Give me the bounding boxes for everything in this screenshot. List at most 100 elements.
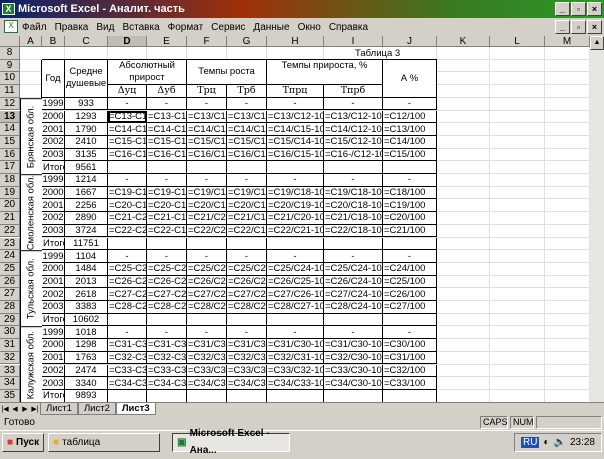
cell-D35[interactable] <box>108 390 147 402</box>
cell-J32[interactable]: =C31/100 <box>383 352 437 365</box>
row-header-20[interactable]: 20 <box>0 199 20 212</box>
cell-C12[interactable]: 933 <box>65 98 108 111</box>
cell-J17[interactable] <box>383 161 437 174</box>
cell-I23[interactable] <box>324 238 383 251</box>
menu-item-6[interactable]: Данные <box>253 22 289 33</box>
cell-E16[interactable]: =C16-C12 <box>147 149 187 162</box>
row-header-33[interactable]: 33 <box>0 365 20 378</box>
cell-G17[interactable] <box>227 161 267 174</box>
cell-C23[interactable]: 11751 <box>65 238 108 251</box>
header-year[interactable]: Год <box>42 60 65 98</box>
maximize-button[interactable]: ▫ <box>571 2 586 16</box>
cell-F17[interactable] <box>187 161 227 174</box>
cell-D20[interactable]: =C20-C19 <box>108 199 147 212</box>
cell-G33[interactable]: =C33/C30 <box>227 365 267 378</box>
prev-sheet-button[interactable]: ◀ <box>10 405 20 413</box>
menu-item-8[interactable]: Справка <box>329 22 368 33</box>
cell-J16[interactable]: =C15/100 <box>383 149 437 162</box>
column-header-E[interactable]: E <box>147 36 187 47</box>
cell-G20[interactable]: =C20/C18 <box>227 199 267 212</box>
row-header-24[interactable]: 24 <box>0 250 20 263</box>
row-header-35[interactable]: 35 <box>0 390 20 402</box>
row-header-21[interactable]: 21 <box>0 212 20 225</box>
column-header-F[interactable]: F <box>187 36 227 47</box>
row-header-17[interactable]: 17 <box>0 161 20 174</box>
close-button[interactable]: × <box>587 2 602 16</box>
cell-E13[interactable]: =C13-C12 <box>147 111 187 124</box>
row-header-34[interactable]: 34 <box>0 377 20 390</box>
row-header-23[interactable]: 23 <box>0 238 20 251</box>
cell-E17[interactable] <box>147 161 187 174</box>
doc-close-button[interactable]: × <box>587 20 602 34</box>
cell-G34[interactable]: =C34/C30 <box>227 377 267 390</box>
cell-J35[interactable] <box>383 390 437 402</box>
cell-H15[interactable]: =C15/C14-10 <box>267 136 324 149</box>
column-header-I[interactable]: I <box>324 36 383 47</box>
column-header-J[interactable]: J <box>383 36 437 47</box>
cell-G24[interactable]: - <box>227 250 267 263</box>
cell-D31[interactable]: =C31-C30 <box>108 339 147 352</box>
cell-G29[interactable] <box>227 314 267 327</box>
taskbar-item-folder[interactable]: ■таблица <box>48 433 160 452</box>
subheader-1[interactable]: Δуб <box>147 85 187 98</box>
cell-I14[interactable]: =C14/C12-100 <box>324 123 383 136</box>
cell-J21[interactable]: =C20/100 <box>383 212 437 225</box>
cell-C15[interactable]: 2410 <box>65 136 108 149</box>
cell-J27[interactable]: =C26/100 <box>383 288 437 301</box>
cell-G16[interactable]: =C16/C12 <box>227 149 267 162</box>
cell-I20[interactable]: =C20/C18-100 <box>324 199 383 212</box>
cell-D33[interactable]: =C33-C32 <box>108 365 147 378</box>
cell-B30[interactable]: 1999 <box>42 326 65 339</box>
cell-C22[interactable]: 3724 <box>65 225 108 238</box>
minimize-button[interactable]: _ <box>555 2 570 16</box>
region-label[interactable]: Тульская обл. <box>20 250 42 326</box>
language-indicator[interactable]: RU <box>521 437 539 448</box>
region-label[interactable]: Брянская обл. <box>20 98 42 174</box>
subheader-4[interactable]: Тпрц <box>267 85 324 98</box>
tray-icon[interactable]: ◐ <box>543 437 549 448</box>
row-header-13[interactable]: 13 <box>0 111 20 124</box>
cell-B31[interactable]: 2000 <box>42 339 65 352</box>
cell-B19[interactable]: 2000 <box>42 187 65 200</box>
cell-E28[interactable]: =C28-C24 <box>147 301 187 314</box>
cell-C28[interactable]: 3383 <box>65 301 108 314</box>
cell-J14[interactable]: =C13/100 <box>383 123 437 136</box>
cell-J28[interactable]: =C27/100 <box>383 301 437 314</box>
cell-B20[interactable]: 2001 <box>42 199 65 212</box>
cell-C32[interactable]: 1763 <box>65 352 108 365</box>
cell-J33[interactable]: =C32/100 <box>383 365 437 378</box>
cell-F14[interactable]: =C14/C13 <box>187 123 227 136</box>
row-header-16[interactable]: 16 <box>0 149 20 162</box>
cell-H32[interactable]: =C32/C31-100 <box>267 352 324 365</box>
cell-B35[interactable]: Итого <box>42 390 65 402</box>
column-header-D[interactable]: D <box>108 36 147 47</box>
cell-H17[interactable] <box>267 161 324 174</box>
subheader-5[interactable]: Тпрб <box>324 85 383 98</box>
region-label[interactable]: Смоленская обл. <box>20 174 42 250</box>
cell-C26[interactable]: 2013 <box>65 276 108 289</box>
cell-C13[interactable]: 1293 <box>65 111 108 124</box>
cell-D12[interactable]: - <box>108 98 147 111</box>
cell-I24[interactable]: - <box>324 250 383 263</box>
cell-D25[interactable]: =C25-C24 <box>108 263 147 276</box>
cell-J22[interactable]: =C21/100 <box>383 225 437 238</box>
cell-E30[interactable]: - <box>147 326 187 339</box>
row-header-12[interactable]: 12 <box>0 98 20 111</box>
header-per-capita[interactable]: Средне душевые <box>65 60 108 98</box>
cell-I18[interactable]: - <box>324 174 383 187</box>
cell-C19[interactable]: 1667 <box>65 187 108 200</box>
cell-I28[interactable]: =C28/C24-100 <box>324 301 383 314</box>
cell-C35[interactable]: 9893 <box>65 390 108 402</box>
cell-B16[interactable]: 2003 <box>42 149 65 162</box>
header-growth-rate[interactable]: Темпы роста <box>187 60 267 85</box>
cell-F21[interactable]: =C21/C20 <box>187 212 227 225</box>
cell-C25[interactable]: 1484 <box>65 263 108 276</box>
cell-E35[interactable] <box>147 390 187 402</box>
header-abs-growth[interactable]: Абсолютный прирост <box>108 60 187 85</box>
cell-I21[interactable]: =C21/C18-100 <box>324 212 383 225</box>
vertical-scrollbar[interactable]: ▲ <box>590 36 604 402</box>
row-header-22[interactable]: 22 <box>0 225 20 238</box>
subheader-0[interactable]: Δуц <box>108 85 147 98</box>
cell-E19[interactable]: =C19-C18 <box>147 187 187 200</box>
row-header-30[interactable]: 30 <box>0 326 20 339</box>
